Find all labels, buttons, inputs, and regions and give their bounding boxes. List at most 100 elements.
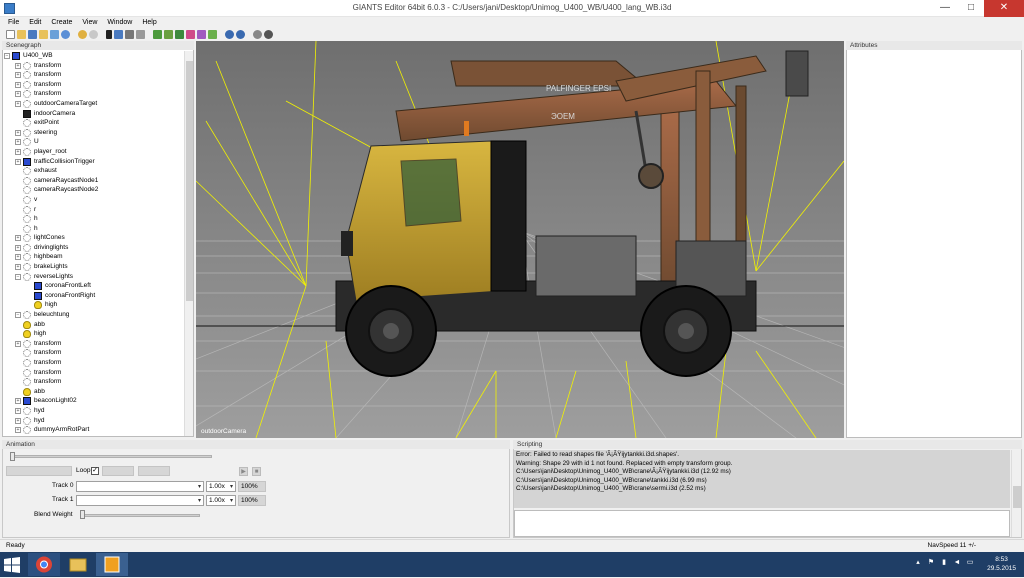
gizmo-icon[interactable] (236, 30, 245, 39)
flag-icon[interactable]: ⚑ (927, 559, 935, 567)
stop-button[interactable]: ■ (252, 467, 261, 476)
chevron-up-icon[interactable]: ▴ (914, 559, 922, 567)
tree-item[interactable]: + dummyArmRotPart (3, 425, 183, 435)
new-file-icon[interactable] (6, 30, 15, 39)
expand-icon[interactable]: + (15, 148, 21, 155)
texture-paint-icon[interactable] (197, 30, 206, 39)
info-layer-icon[interactable] (208, 30, 217, 39)
tree-item[interactable]: + transform (3, 339, 183, 349)
tree-item[interactable]: + lightCones (3, 233, 183, 243)
select-arrow-icon[interactable] (106, 30, 112, 39)
tree-item[interactable]: + brakeLights (3, 262, 183, 272)
tree-item[interactable]: coronaFrontRight (3, 291, 183, 301)
expand-icon[interactable]: + (15, 129, 21, 136)
expand-icon[interactable]: + (15, 62, 21, 69)
file-explorer-taskbar-icon[interactable] (62, 553, 94, 576)
move-icon[interactable] (114, 30, 123, 39)
tree-item[interactable]: + trafficCollisionTrigger (3, 157, 183, 167)
scenegraph-scrollbar[interactable] (184, 51, 193, 436)
tree-item[interactable]: indoorCamera (3, 109, 183, 119)
tree-item[interactable]: + transform (3, 70, 183, 80)
tree-item[interactable]: transform (3, 358, 183, 368)
tree-item[interactable]: coronaFrontLeft (3, 281, 183, 291)
tree-item[interactable]: + hyd (3, 406, 183, 416)
tree-item[interactable]: transform (3, 377, 183, 387)
play-button[interactable]: ▶ (239, 467, 248, 476)
tree-item[interactable]: − beleuchtung (3, 310, 183, 320)
clock[interactable]: 8:53 29.5.2015 (987, 555, 1016, 573)
settings-icon[interactable] (253, 30, 262, 39)
menu-edit[interactable]: Edit (29, 17, 41, 28)
tree-item[interactable]: + player_root (3, 147, 183, 157)
collapse-icon[interactable]: − (15, 273, 21, 280)
menu-view[interactable]: View (82, 17, 97, 28)
3d-viewport[interactable]: PALFINGER EPSI ЭОЕМ (196, 41, 844, 438)
network-icon[interactable]: ▮ (940, 559, 948, 567)
tree-item[interactable]: h (3, 214, 183, 224)
script-input[interactable] (514, 510, 1010, 537)
tree-item[interactable]: transform (3, 348, 183, 358)
save-icon[interactable] (28, 30, 37, 39)
foliage-icon[interactable] (175, 30, 184, 39)
tree-item[interactable]: exitPoint (3, 118, 183, 128)
tree-item[interactable]: + transform (3, 61, 183, 71)
track-1-weight-field[interactable]: 100% (238, 495, 266, 506)
expand-icon[interactable]: + (15, 235, 21, 242)
terrain-paint-icon[interactable] (153, 30, 162, 39)
tree-item[interactable]: + beaconLight02 (3, 396, 183, 406)
expand-icon[interactable]: + (15, 91, 21, 98)
tree-item[interactable]: cameraRaycastNode1 (3, 176, 183, 186)
redo-icon[interactable] (89, 30, 98, 39)
animation-clip-field[interactable] (6, 466, 72, 476)
refresh-icon[interactable] (61, 30, 70, 39)
collapse-icon[interactable]: − (15, 312, 21, 319)
collapse-icon[interactable]: − (4, 53, 10, 59)
expand-icon[interactable]: + (15, 72, 21, 79)
translate-icon[interactable] (125, 30, 134, 39)
expand-icon[interactable]: + (15, 254, 21, 261)
tree-item[interactable]: + transform (3, 80, 183, 90)
expand-icon[interactable]: + (15, 139, 21, 146)
tree-item[interactable]: + U (3, 137, 183, 147)
tree-item[interactable]: v (3, 195, 183, 205)
terrain-sculpt-icon[interactable] (164, 30, 173, 39)
expand-icon[interactable]: + (15, 244, 21, 251)
expand-icon[interactable]: + (15, 264, 21, 271)
animation-timeline-thumb[interactable] (10, 452, 15, 461)
tree-item[interactable]: h (3, 224, 183, 234)
color-paint-icon[interactable] (186, 30, 195, 39)
track-1-clip-dropdown[interactable]: ▾ (76, 495, 204, 506)
track-0-clip-dropdown[interactable]: ▾ (76, 481, 204, 492)
tree-item[interactable]: + transform (3, 89, 183, 99)
windows-start-icon[interactable] (4, 557, 20, 573)
rotate-icon[interactable] (136, 30, 145, 39)
minimize-button[interactable]: — (932, 0, 958, 17)
giants-editor-taskbar-icon[interactable] (96, 553, 128, 576)
blend-weight-thumb[interactable] (80, 510, 85, 519)
tree-item[interactable]: abb (3, 387, 183, 397)
track-0-weight-field[interactable]: 100% (238, 481, 266, 492)
track-1-speed-dropdown[interactable]: 1.00x ▾ (206, 495, 236, 506)
tree-item[interactable]: high (3, 329, 183, 339)
menu-file[interactable]: File (8, 17, 19, 28)
tree-item[interactable]: + highbeam (3, 252, 183, 262)
expand-icon[interactable]: + (15, 158, 21, 165)
volume-icon[interactable]: ◄ (953, 559, 961, 567)
undo-icon[interactable] (78, 30, 87, 39)
expand-icon[interactable]: + (15, 417, 21, 424)
maximize-button[interactable]: □ (958, 0, 984, 17)
track-0-speed-dropdown[interactable]: 1.00x ▾ (206, 481, 236, 492)
import-icon[interactable] (39, 30, 48, 39)
tree-item[interactable]: high (3, 300, 183, 310)
tree-item[interactable]: − reverseLights (3, 272, 183, 282)
tree-item[interactable]: transform (3, 368, 183, 378)
close-button[interactable]: ✕ (984, 0, 1024, 17)
menu-window[interactable]: Window (107, 17, 132, 28)
expand-icon[interactable]: + (15, 81, 21, 88)
scenegraph-scroll-thumb[interactable] (186, 61, 193, 301)
animation-field-2[interactable] (102, 466, 134, 476)
expand-icon[interactable]: + (15, 100, 21, 107)
animation-timeline-slider[interactable] (10, 455, 212, 458)
export-icon[interactable] (50, 30, 59, 39)
snap-icon[interactable] (264, 30, 273, 39)
